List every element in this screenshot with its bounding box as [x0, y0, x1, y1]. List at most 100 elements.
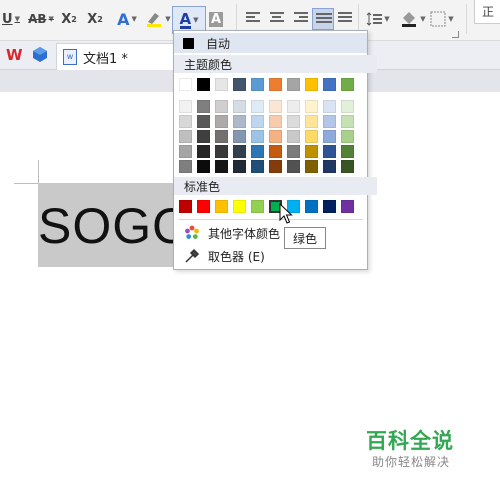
theme-shade-swatch[interactable]	[323, 100, 336, 113]
borders-button[interactable]: ▼	[430, 8, 454, 30]
standard-color-swatch[interactable]	[197, 200, 210, 213]
theme-color-swatch[interactable]	[287, 78, 300, 91]
theme-shade-swatch[interactable]	[233, 115, 246, 128]
shading-button[interactable]: ▼	[398, 8, 428, 30]
theme-shade-swatch[interactable]	[287, 145, 300, 158]
theme-shade-swatch[interactable]	[269, 130, 282, 143]
theme-color-swatch[interactable]	[305, 78, 318, 91]
theme-shade-swatch[interactable]	[251, 160, 264, 173]
standard-color-swatch[interactable]	[251, 200, 264, 213]
more-font-colors-item[interactable]: 其他字体颜色	[174, 223, 367, 243]
distribute-icon[interactable]	[338, 12, 354, 26]
subscript-button[interactable]: X2	[84, 8, 106, 30]
theme-shade-swatch[interactable]	[215, 130, 228, 143]
theme-color-swatch[interactable]	[215, 78, 228, 91]
highlight-button[interactable]: ▼	[144, 8, 172, 30]
theme-color-swatch[interactable]	[341, 78, 354, 91]
theme-shade-swatch[interactable]	[287, 160, 300, 173]
theme-shade-swatch[interactable]	[269, 160, 282, 173]
eyedropper-item[interactable]: 取色器 (E)	[174, 246, 367, 266]
standard-color-swatch[interactable]	[305, 200, 318, 213]
theme-shade-swatch[interactable]	[179, 145, 192, 158]
theme-shade-swatch[interactable]	[341, 130, 354, 143]
theme-shade-swatch[interactable]	[233, 160, 246, 173]
chevron-down-icon[interactable]: ▼	[193, 16, 198, 24]
theme-shade-swatch[interactable]	[215, 100, 228, 113]
document-text[interactable]: SOGO	[38, 196, 192, 256]
chevron-down-icon[interactable]: ▼	[165, 15, 170, 23]
chevron-down-icon[interactable]: ▼	[448, 15, 453, 23]
theme-shade-swatch[interactable]	[269, 145, 282, 158]
auto-color-item[interactable]: 自动	[174, 33, 367, 53]
theme-shade-swatch[interactable]	[197, 160, 210, 173]
theme-shade-swatch[interactable]	[197, 100, 210, 113]
char-shading-button[interactable]: A	[206, 8, 226, 30]
theme-shade-swatch[interactable]	[179, 160, 192, 173]
theme-color-swatch[interactable]	[179, 78, 192, 91]
theme-shade-swatch[interactable]	[215, 115, 228, 128]
theme-shade-swatch[interactable]	[341, 160, 354, 173]
align-center-icon[interactable]	[270, 12, 286, 26]
theme-shade-swatch[interactable]	[323, 115, 336, 128]
theme-color-swatch[interactable]	[233, 78, 246, 91]
theme-shade-swatch[interactable]	[251, 100, 264, 113]
theme-shade-swatch[interactable]	[305, 130, 318, 143]
theme-shade-swatch[interactable]	[341, 100, 354, 113]
superscript-button[interactable]: X2	[58, 8, 80, 30]
theme-color-swatch[interactable]	[323, 78, 336, 91]
theme-shade-swatch[interactable]	[323, 145, 336, 158]
theme-shade-swatch[interactable]	[341, 115, 354, 128]
theme-shade-swatch[interactable]	[197, 145, 210, 158]
theme-shade-swatch[interactable]	[233, 100, 246, 113]
theme-shade-swatch[interactable]	[305, 115, 318, 128]
chevron-down-icon[interactable]: ▼	[384, 15, 389, 23]
theme-shade-swatch[interactable]	[179, 115, 192, 128]
tab-document[interactable]: w 文档1 *	[56, 43, 176, 70]
theme-shade-swatch[interactable]	[251, 115, 264, 128]
theme-shade-swatch[interactable]	[305, 100, 318, 113]
wps-logo-icon[interactable]: W	[6, 47, 23, 63]
theme-shade-swatch[interactable]	[269, 115, 282, 128]
theme-shade-swatch[interactable]	[215, 145, 228, 158]
line-spacing-button[interactable]: ▼	[364, 8, 392, 30]
theme-shade-swatch[interactable]	[233, 145, 246, 158]
theme-shade-swatch[interactable]	[233, 130, 246, 143]
paragraph-dialog-launcher-icon[interactable]	[452, 31, 459, 38]
chevron-down-icon[interactable]: ▼	[15, 15, 20, 23]
theme-shade-swatch[interactable]	[287, 100, 300, 113]
standard-color-swatch[interactable]	[233, 200, 246, 213]
standard-color-swatch[interactable]	[323, 200, 336, 213]
align-left-icon[interactable]	[246, 12, 262, 26]
align-right-icon[interactable]	[294, 12, 310, 26]
theme-shade-swatch[interactable]	[341, 145, 354, 158]
underline-button[interactable]: U ▼	[0, 8, 22, 30]
theme-shade-swatch[interactable]	[269, 100, 282, 113]
theme-shade-swatch[interactable]	[323, 130, 336, 143]
standard-color-swatch[interactable]	[215, 200, 228, 213]
chevron-down-icon[interactable]: ▼	[132, 15, 137, 23]
theme-shade-swatch[interactable]	[197, 115, 210, 128]
strikethrough-button[interactable]: AB ▼	[26, 8, 56, 30]
theme-color-swatch[interactable]	[269, 78, 282, 91]
justify-button[interactable]	[312, 8, 334, 30]
theme-shade-swatch[interactable]	[287, 130, 300, 143]
chevron-down-icon[interactable]: ▼	[420, 15, 425, 23]
chevron-down-icon[interactable]: ▼	[49, 15, 54, 23]
standard-color-swatch[interactable]	[179, 200, 192, 213]
theme-shade-swatch[interactable]	[215, 160, 228, 173]
theme-shade-swatch[interactable]	[197, 130, 210, 143]
text-effect-button[interactable]: A ▼	[112, 8, 142, 30]
standard-color-swatch[interactable]	[341, 200, 354, 213]
theme-shade-swatch[interactable]	[305, 160, 318, 173]
theme-shade-swatch[interactable]	[179, 130, 192, 143]
theme-color-swatch[interactable]	[197, 78, 210, 91]
theme-color-swatch[interactable]	[251, 78, 264, 91]
cube-icon[interactable]	[32, 46, 48, 67]
theme-shade-swatch[interactable]	[287, 115, 300, 128]
theme-shade-swatch[interactable]	[251, 130, 264, 143]
theme-shade-swatch[interactable]	[305, 145, 318, 158]
theme-shade-swatch[interactable]	[251, 145, 264, 158]
theme-shade-swatch[interactable]	[323, 160, 336, 173]
style-gallery-item[interactable]: 正	[474, 0, 500, 24]
theme-shade-swatch[interactable]	[179, 100, 192, 113]
